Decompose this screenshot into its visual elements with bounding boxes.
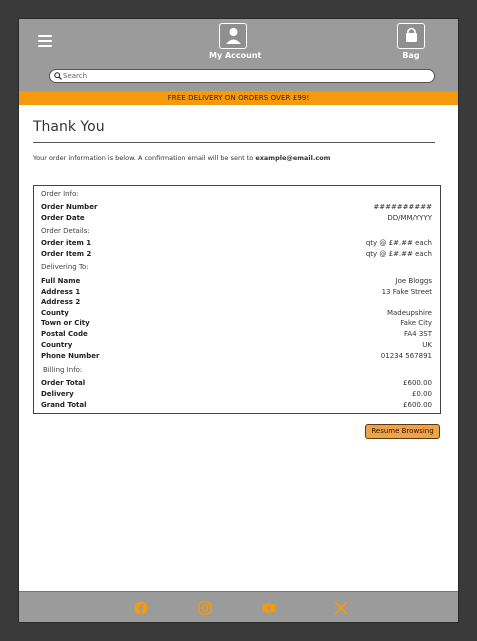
- delivery-value: 01234 567891: [380, 352, 432, 360]
- my-account-label: My Account: [209, 51, 262, 60]
- delivery-label: Town or City: [41, 319, 90, 327]
- site-footer: [19, 591, 458, 622]
- billing-label: Delivery: [41, 390, 74, 398]
- delivering-to-heading: Delivering To:: [41, 263, 89, 271]
- bag-label: Bag: [402, 51, 420, 60]
- promo-banner: FREE DELIVERY ON ORDERS OVER £99!: [19, 91, 458, 105]
- my-account-link[interactable]: My Account: [209, 23, 262, 60]
- order-date-label: Order Date: [41, 214, 85, 222]
- resume-browsing-button[interactable]: Resume Browsing: [365, 424, 440, 439]
- page-title: Thank You: [33, 119, 105, 135]
- facebook-icon[interactable]: [134, 601, 148, 615]
- youtube-icon[interactable]: [262, 601, 276, 615]
- bag-icon: [397, 23, 425, 49]
- delivery-value: Fake City: [400, 319, 432, 327]
- title-divider: [33, 142, 435, 143]
- instagram-icon[interactable]: [198, 601, 212, 615]
- order-item-value: qty @ £#.## each: [365, 239, 432, 247]
- intro-email: example@email.com: [255, 154, 331, 162]
- delivery-label: Full Name: [41, 277, 81, 285]
- delivery-label: Phone Number: [41, 352, 100, 360]
- search-icon: [54, 72, 62, 80]
- billing-value: £600.00: [403, 401, 432, 409]
- search-input[interactable]: [63, 70, 423, 82]
- order-number-label: Order Number: [41, 203, 98, 211]
- intro-text: Your order information is below. A confi…: [33, 154, 330, 162]
- order-details-heading: Order Details:: [41, 227, 90, 235]
- order-summary-card: Order Info: Order Number ########## Orde…: [33, 185, 441, 414]
- delivery-label: Country: [41, 341, 73, 349]
- order-info-heading: Order Info:: [41, 190, 79, 198]
- delivery-value: Joe Bloggs: [395, 277, 432, 285]
- menu-icon[interactable]: [38, 35, 52, 50]
- delivery-value: FA4 3ST: [403, 330, 432, 338]
- x-icon[interactable]: [334, 601, 348, 615]
- delivery-label: Address 1: [41, 288, 81, 296]
- bag-link[interactable]: Bag: [393, 23, 429, 60]
- order-item-label: Order item 1: [41, 239, 92, 247]
- billing-label: Grand Total: [41, 401, 87, 409]
- billing-info-heading: Billing Info:: [43, 366, 83, 374]
- delivery-value: Madeupshire: [386, 309, 432, 317]
- search-bar: [49, 69, 435, 83]
- billing-label: Order Total: [41, 379, 86, 387]
- delivery-label: Address 2: [41, 298, 81, 306]
- delivery-label: County: [41, 309, 69, 317]
- page-frame: My Account Bag FREE DELIVERY ON ORDERS O…: [18, 18, 459, 623]
- order-date-value: DD/MM/YYYY: [387, 214, 432, 222]
- intro-text-body: Your order information is below. A confi…: [33, 154, 256, 162]
- delivery-label: Postal Code: [41, 330, 88, 338]
- order-number-value: ##########: [373, 203, 432, 211]
- delivery-value: UK: [422, 341, 432, 349]
- account-icon: [219, 23, 247, 49]
- delivery-value: 13 Fake Street: [381, 288, 432, 296]
- order-item-value: qty @ £#.## each: [365, 250, 432, 258]
- billing-value: £600.00: [403, 379, 432, 387]
- site-header: My Account Bag: [19, 19, 458, 91]
- billing-value: £0.00: [411, 390, 432, 398]
- order-item-label: Order Item 2: [41, 250, 92, 258]
